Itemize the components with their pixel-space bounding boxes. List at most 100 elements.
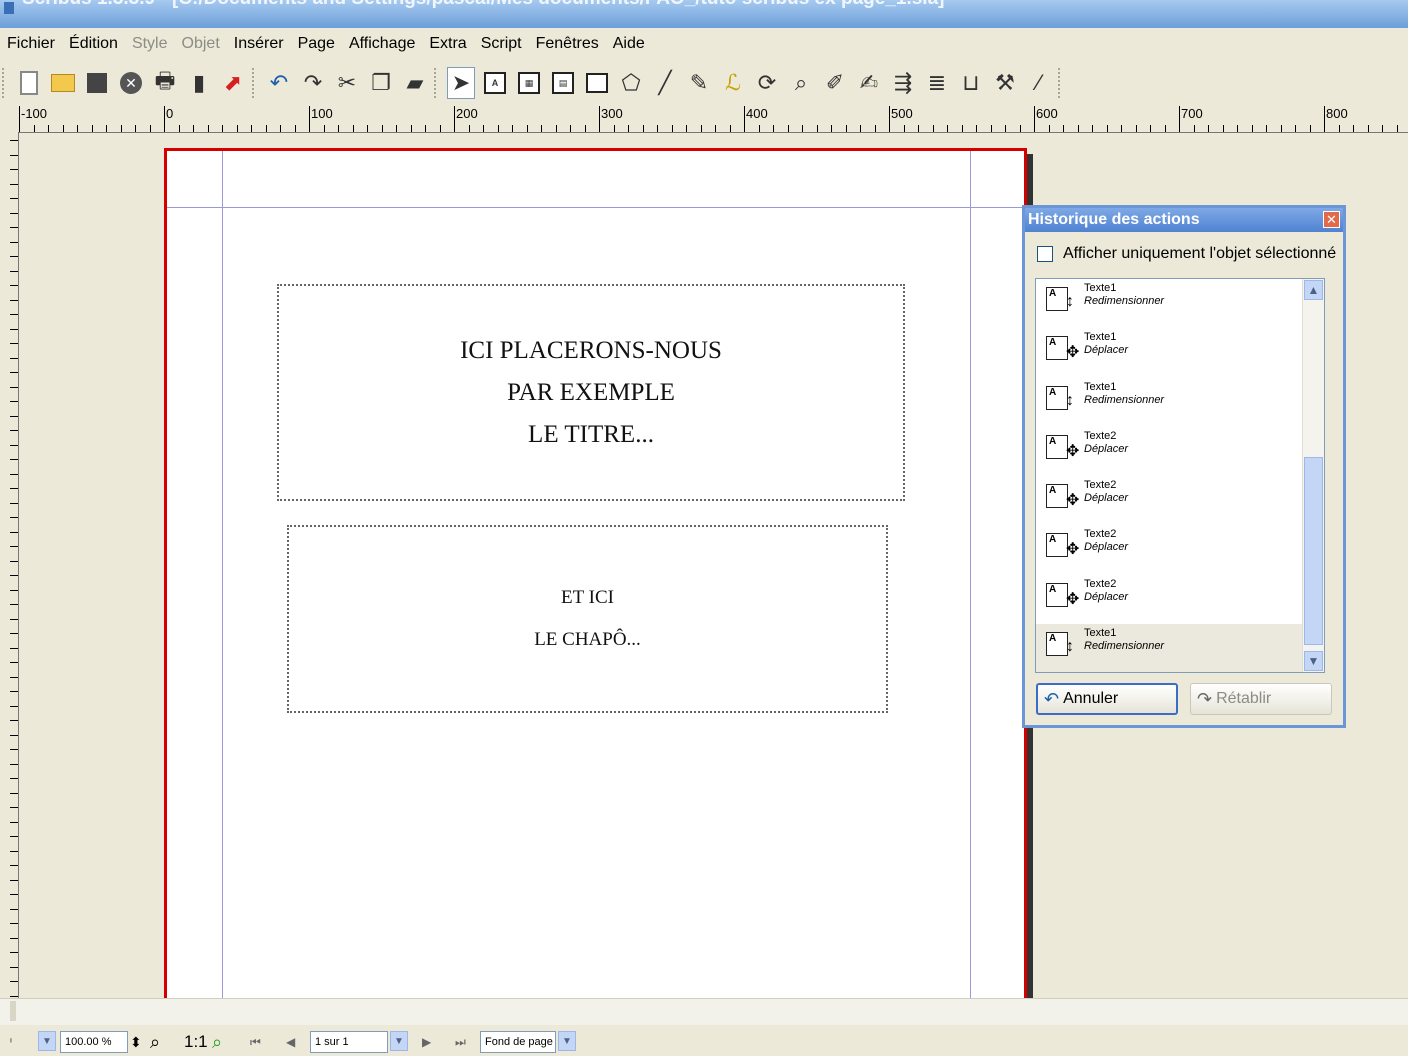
panel-title-bar[interactable]: Historique des actions ✕ [1025, 208, 1343, 232]
status-bar: ⁱ ▼ 100.00 % ⬍ ⌕ 1:1 ⌕ ⏮ ◀ 1 sur 1 ▼ ▶ ⏭… [0, 1025, 1408, 1056]
history-scrollbar[interactable]: ▲ ▼ [1302, 279, 1324, 672]
history-item-selected[interactable]: A ↕ Texte1 Redimensionner [1036, 624, 1324, 672]
chapo-text-frame[interactable]: ET ICI LE CHAPÔ... [287, 525, 888, 713]
history-item[interactable]: A ✥ Texte2 Déplacer [1036, 476, 1324, 525]
polygon-icon[interactable]: ⬠ [617, 67, 645, 99]
print-icon[interactable]: 🖶 [151, 67, 179, 99]
menu-aide[interactable]: Aide [606, 35, 652, 53]
rectangle-icon[interactable] [583, 67, 611, 99]
menu-inserer[interactable]: Insérer [227, 35, 291, 53]
zoom-out-icon[interactable]: ⌕ [150, 1031, 160, 1053]
menu-page[interactable]: Page [291, 35, 342, 53]
freehand-icon[interactable]: ℒ [719, 67, 747, 99]
page-selector[interactable]: 1 sur 1 [310, 1031, 388, 1053]
menu-style[interactable]: Style [125, 35, 175, 53]
scroll-down-icon[interactable]: ▼ [1304, 651, 1323, 671]
ruler-label: 500 [891, 106, 913, 121]
next-page-icon[interactable]: ▶ [422, 1031, 431, 1053]
ruler-tick [556, 125, 557, 132]
redo-button[interactable]: ↷ Rétablir [1190, 683, 1332, 715]
horizontal-ruler[interactable]: -100 0 100 200 300 400 500 600 700 800 [0, 106, 1408, 133]
ruler-tick [483, 125, 484, 132]
new-document-icon[interactable] [15, 67, 43, 99]
vertical-ruler[interactable] [0, 132, 19, 998]
ruler-tick [976, 125, 977, 132]
toolbar-separator[interactable] [434, 68, 442, 98]
menu-script[interactable]: Script [474, 35, 529, 53]
toolbar-separator[interactable] [1058, 68, 1066, 98]
zoom-icon[interactable]: ⌕ [787, 67, 815, 99]
scroll-thumb[interactable] [1304, 457, 1323, 645]
copy-properties-icon[interactable]: ⚒ [991, 67, 1019, 99]
line-icon[interactable]: ╱ [651, 67, 679, 99]
copy-icon[interactable]: ❐ [367, 67, 395, 99]
toolbar-separator[interactable] [2, 68, 10, 98]
zoom-input[interactable]: 100.00 % [60, 1031, 128, 1053]
export-pdf-icon[interactable]: ⬈ [219, 67, 247, 99]
chevron-down-icon[interactable]: ▼ [390, 1031, 408, 1051]
previous-page-icon[interactable]: ◀ [286, 1031, 295, 1053]
preflight-icon[interactable]: ▮ [185, 67, 213, 99]
image-frame-icon[interactable]: ▦ [515, 67, 543, 99]
zoom-spinner-icon[interactable]: ⬍ [130, 1031, 142, 1053]
selected-only-checkbox[interactable] [1037, 246, 1053, 262]
menu-affichage[interactable]: Affichage [342, 35, 422, 53]
history-item-action: Déplacer [1084, 492, 1129, 505]
chevron-down-icon[interactable]: ▼ [38, 1031, 56, 1051]
edit-content-icon[interactable]: ✐ [821, 67, 849, 99]
text-frame-icon[interactable]: A [481, 67, 509, 99]
redo-icon: ↷ [1197, 688, 1213, 709]
history-list[interactable]: A ↕ Texte1 Redimensionner A ✥ Texte1 Dépla… [1035, 278, 1325, 673]
canvas-horizontal-scrollbar[interactable] [0, 998, 1408, 1025]
eyedropper-icon[interactable]: ⁄ [1025, 67, 1053, 99]
menu-fichier[interactable]: Fichier [0, 35, 62, 53]
close-icon[interactable]: ✕ [1323, 211, 1340, 228]
selected-only-checkbox-row[interactable]: Afficher uniquement l'objet sélectionné [1037, 245, 1336, 263]
ruler-tick [1310, 125, 1311, 132]
link-frames-icon[interactable]: ⇶ [889, 67, 917, 99]
table-icon[interactable]: ▤ [549, 67, 577, 99]
title-text-frame[interactable]: ICI PLACERONS-NOUS PAR EXEMPLE LE TITRE.… [277, 284, 905, 501]
bezier-icon[interactable]: ✎ [685, 67, 713, 99]
history-item[interactable]: A ↕ Texte1 Redimensionner [1036, 279, 1324, 328]
measure-icon[interactable]: ⊔ [957, 67, 985, 99]
first-page-icon[interactable]: ⏮ [250, 1031, 261, 1053]
scroll-grip[interactable] [10, 1001, 16, 1021]
paste-icon[interactable]: ▰ [401, 67, 429, 99]
cut-icon[interactable]: ✂ [333, 67, 361, 99]
zoom-in-icon[interactable]: ⌕ [212, 1031, 222, 1053]
history-item[interactable]: A ↕ Texte1 Redimensionner [1036, 378, 1324, 427]
scroll-up-icon[interactable]: ▲ [1304, 280, 1323, 300]
save-icon[interactable] [83, 67, 111, 99]
window-title: Scribus 1.3.3.9 - [C:/Documents and Sett… [22, 0, 944, 10]
edit-text-icon[interactable]: ✍ [855, 67, 883, 99]
redo-icon[interactable]: ↷ [299, 67, 327, 99]
layer-selector[interactable]: Fond de page [480, 1031, 556, 1053]
history-item[interactable]: A ✥ Texte2 Déplacer [1036, 575, 1324, 624]
close-icon[interactable]: ✕ [117, 67, 145, 99]
rotate-icon[interactable]: ⟳ [753, 67, 781, 99]
document-page[interactable]: ICI PLACERONS-NOUS PAR EXEMPLE LE TITRE.… [164, 148, 1027, 998]
ruler-tick [585, 125, 586, 132]
last-page-icon[interactable]: ⏭ [455, 1031, 466, 1053]
undo-icon[interactable]: ↶ [265, 67, 293, 99]
ruler-tick [1165, 125, 1166, 132]
history-item-object: Texte1 [1084, 627, 1117, 640]
chevron-down-icon[interactable]: ▼ [558, 1031, 576, 1051]
history-item[interactable]: A ✥ Texte2 Déplacer [1036, 427, 1324, 476]
history-item[interactable]: A ✥ Texte2 Déplacer [1036, 525, 1324, 574]
menu-edition[interactable]: Édition [62, 35, 125, 53]
toolbar-separator[interactable] [252, 68, 260, 98]
menu-extra[interactable]: Extra [422, 35, 473, 53]
menu-fenetres[interactable]: Fenêtres [529, 35, 606, 53]
select-arrow-icon[interactable]: ➤ [447, 67, 475, 99]
ruler-tick [10, 735, 18, 736]
zoom-ratio-button[interactable]: 1:1 [184, 1031, 208, 1053]
menu-objet[interactable]: Objet [175, 35, 227, 53]
undo-button[interactable]: ↶ Annuler [1036, 683, 1178, 715]
window-title-bar[interactable]: Scribus 1.3.3.9 - [C:/Documents and Sett… [0, 0, 1408, 28]
unlink-frames-icon[interactable]: ≣ [923, 67, 951, 99]
history-item[interactable]: A ✥ Texte1 Déplacer [1036, 328, 1324, 377]
ruler-tick [1368, 125, 1369, 132]
open-folder-icon[interactable] [49, 67, 77, 99]
